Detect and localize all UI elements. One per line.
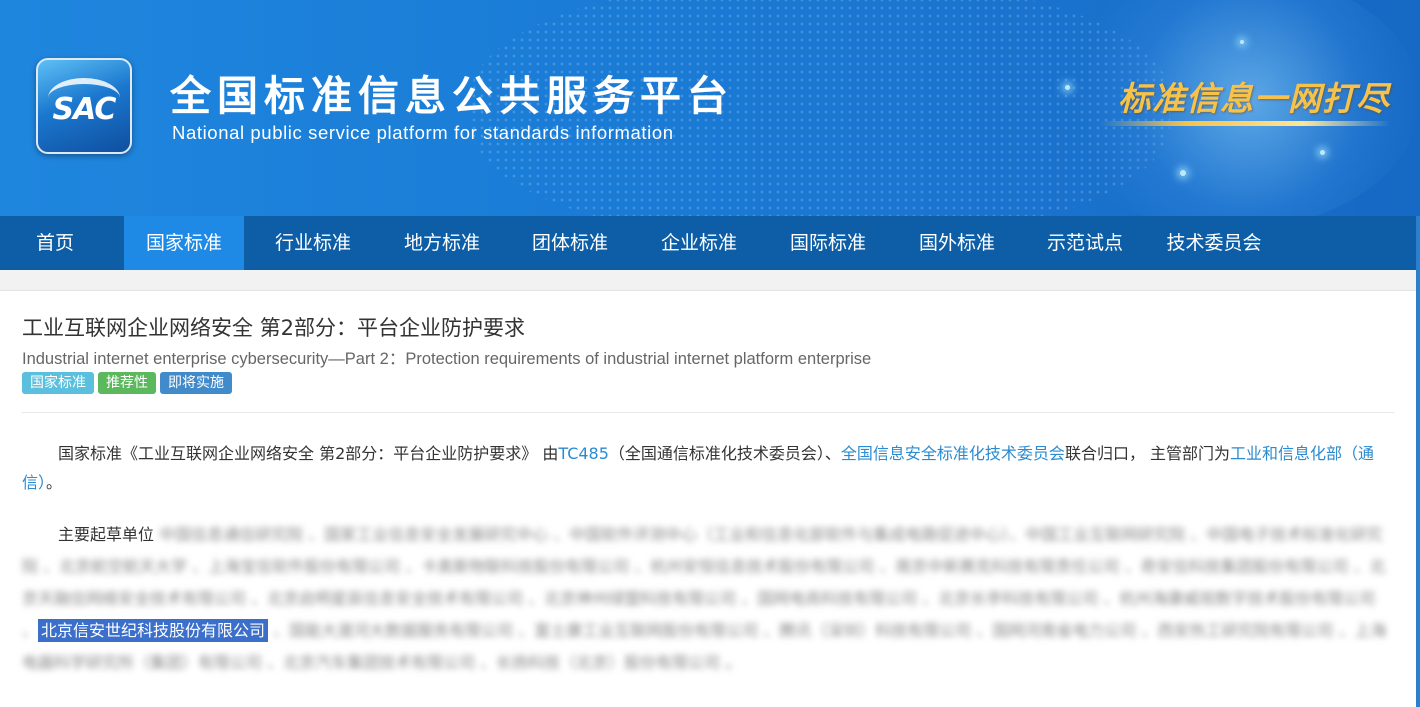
sac-logo[interactable]: SAC <box>36 58 132 154</box>
tc485-link[interactable]: TC485 <box>558 444 609 463</box>
nav-item-group-standards[interactable]: 团体标准 <box>510 216 630 270</box>
nav-item-home[interactable]: 首页 <box>16 216 94 270</box>
nav-item-industry-standards[interactable]: 行业标准 <box>253 216 373 270</box>
header-banner: SAC 全国标准信息公共服务平台 National public service… <box>0 0 1420 216</box>
description-suffix: 。 <box>46 473 63 492</box>
standard-title-en: Industrial internet enterprise cybersecu… <box>22 350 872 368</box>
nav-item-international-standards[interactable]: 国际标准 <box>768 216 888 270</box>
slogan-underline <box>1100 121 1390 126</box>
breadcrumb-strip <box>0 270 1420 291</box>
nav-item-national-standards[interactable]: 国家标准 <box>124 216 244 270</box>
light-dot <box>1320 150 1325 155</box>
nav-item-local-standards[interactable]: 地方标准 <box>382 216 502 270</box>
description-middle: 联合归口， 主管部门为 <box>1064 444 1231 463</box>
standard-tags: 国家标准 推荐性 即将实施 <box>22 372 236 394</box>
description-prefix: 国家标准《工业互联网企业网络安全 第2部分：平台企业防护要求》 由 <box>58 444 559 463</box>
main-nav: 首页 国家标准 行业标准 地方标准 团体标准 企业标准 国际标准 国外标准 示范… <box>0 216 1420 270</box>
site-subtitle: National public service platform for sta… <box>172 122 674 143</box>
standard-description: 国家标准《工业互联网企业网络安全 第2部分：平台企业防护要求》 由TC485（全… <box>22 439 1394 497</box>
light-dot <box>1240 40 1244 44</box>
divider <box>22 412 1394 413</box>
site-title: 全国标准信息公共服务平台 <box>170 72 734 120</box>
nav-item-foreign-standards[interactable]: 国外标准 <box>897 216 1017 270</box>
drafting-units: 主要起草单位 中国信息通信研究院 、国家工业信息安全发展研究中心 、中国软件评测… <box>22 519 1394 679</box>
standard-title-cn: 工业互联网企业网络安全 第2部分：平台企业防护要求 <box>22 316 526 340</box>
committee-link[interactable]: 全国信息安全标准化技术委员会 <box>841 444 1065 463</box>
light-dot <box>1065 85 1070 90</box>
slogan: 标准信息一网打尽 <box>1118 79 1390 118</box>
page-scrollbar[interactable] <box>1416 216 1420 707</box>
tag-upcoming: 即将实施 <box>160 372 232 394</box>
tag-national-standard: 国家标准 <box>22 372 94 394</box>
tag-recommended: 推荐性 <box>98 372 156 394</box>
logo-text: SAC <box>52 92 117 127</box>
nav-item-demonstration-pilots[interactable]: 示范试点 <box>1025 216 1145 270</box>
light-dot <box>1180 170 1186 176</box>
nav-item-technical-committees[interactable]: 技术委员会 <box>1154 216 1274 270</box>
tc485-name: （全国通信标准化技术委员会）、 <box>608 444 841 463</box>
nav-item-enterprise-standards[interactable]: 企业标准 <box>639 216 759 270</box>
drafting-units-label: 主要起草单位 <box>58 525 155 544</box>
highlighted-drafting-unit[interactable]: 北京信安世纪科技股份有限公司 <box>38 619 269 642</box>
